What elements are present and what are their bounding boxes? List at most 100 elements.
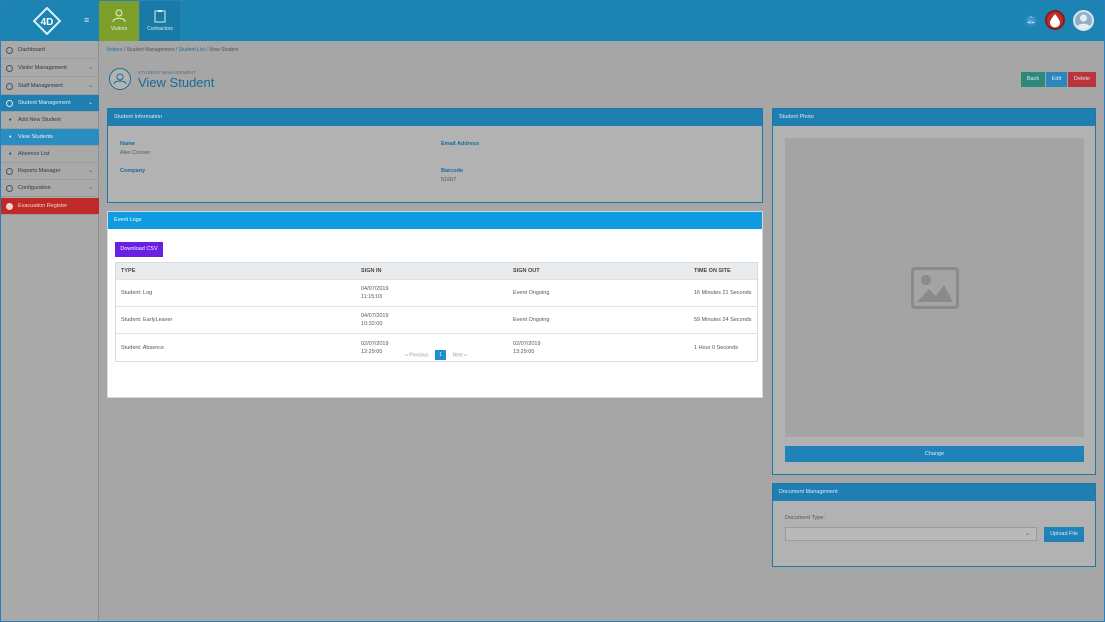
sidebar-item-label: Student Management <box>18 100 71 106</box>
person-icon <box>112 9 126 23</box>
top-bar: 4D ≡ Visitors Contractors 🔔︎ <box>0 0 1105 41</box>
table-header: TYPE SIGN IN SIGN OUT TIME ON SITE <box>116 263 757 280</box>
cell-sign-out: Event Ongoing <box>513 290 550 296</box>
drop-icon <box>1050 14 1060 28</box>
sidebar-item-visitor-management[interactable]: Visitor Management ⌄ <box>0 60 99 77</box>
sidebar-item-label: Evacuation Register <box>18 203 68 209</box>
tab-label: Contractors <box>147 26 173 32</box>
person-icon <box>6 65 13 72</box>
document-type-label: Document Type: <box>785 515 825 521</box>
clipboard-icon <box>154 10 166 23</box>
column-header-sign-out[interactable]: SIGN OUT <box>513 263 540 279</box>
breadcrumb: Visitors / Student Management / Student … <box>106 47 239 53</box>
company-label: Company <box>120 168 146 174</box>
evacuation-drop-icon[interactable] <box>1045 10 1065 30</box>
barcode-label: Barcode <box>441 168 464 174</box>
reports-icon <box>6 168 13 175</box>
column-header-time-on-site[interactable]: TIME ON SITE <box>694 263 731 279</box>
student-icon <box>6 100 13 107</box>
back-button[interactable]: Back <box>1021 72 1045 87</box>
student-management-icon <box>109 68 131 90</box>
delete-button[interactable]: Delete <box>1068 72 1096 87</box>
cell-sign-in-date: 04/07/2019 <box>361 313 389 319</box>
sidebar-item-label: Staff Management <box>18 83 63 89</box>
chevron-down-icon: ⌄ <box>87 168 93 174</box>
fire-icon <box>6 203 13 210</box>
panel-title: Student Information <box>108 109 762 126</box>
sidebar-item-student-management[interactable]: Student Management ⌄ <box>0 95 99 112</box>
panel-title: Event Logs <box>108 212 762 229</box>
panel-title: Document Management <box>773 484 1095 501</box>
sidebar-item-label: Configuration <box>18 185 51 191</box>
menu-toggle-icon[interactable]: ≡ <box>84 16 92 25</box>
sidebar-item-label: Reports Manager <box>18 168 61 174</box>
sidebar-item-configuration[interactable]: Configuration ⌄ <box>0 180 99 197</box>
sidebar-item-label: Absence List <box>18 151 50 157</box>
breadcrumb-student-management: Student Management <box>126 47 175 53</box>
event-logs-table: TYPE SIGN IN SIGN OUT TIME ON SITE Stude… <box>115 262 758 362</box>
sidebar-item-label: View Students <box>18 134 54 140</box>
breadcrumb-visitors[interactable]: Visitors <box>106 47 122 53</box>
app-logo[interactable]: 4D <box>33 7 61 35</box>
cell-time-on-site: 16 Minutes 21 Seconds <box>694 290 752 296</box>
sidebar-item-add-new-student[interactable]: • Add New Student <box>0 112 99 129</box>
sidebar: Dashboard Visitor Management ⌄ Staff Man… <box>0 41 99 622</box>
sidebar-item-label: Visitor Management <box>18 65 67 71</box>
pagination-next[interactable]: Next » <box>452 352 466 358</box>
sidebar-item-absence-list[interactable]: • Absence List <box>0 146 99 163</box>
bullet-icon: • <box>9 117 12 124</box>
bell-icon[interactable]: 🔔︎ <box>1025 15 1037 27</box>
name-label: Name <box>120 141 135 147</box>
pagination-previous[interactable]: « Previous <box>405 352 429 358</box>
name-value: Alex Conner <box>120 150 151 156</box>
cell-time-on-site: 59 Minutes 24 Seconds <box>694 317 752 323</box>
column-header-type[interactable]: TYPE <box>121 263 135 279</box>
sidebar-item-staff-management[interactable]: Staff Management ⌄ <box>0 78 99 95</box>
change-photo-button[interactable]: Change <box>785 446 1084 462</box>
briefcase-icon <box>6 83 13 90</box>
sidebar-item-label: Add New Student <box>18 117 61 123</box>
gear-icon <box>6 185 13 192</box>
table-row[interactable]: Student: EarlyLeaver 04/07/2019 10:32:00 … <box>116 307 757 334</box>
dashboard-icon <box>6 47 13 54</box>
breadcrumb-student-list[interactable]: Student List <box>178 47 204 53</box>
document-management-panel: Document Management Document Type: ⌄ Upl… <box>772 483 1096 567</box>
avatar[interactable] <box>1073 10 1094 31</box>
tab-contractors[interactable]: Contractors <box>140 0 180 41</box>
sidebar-item-label: Dashboard <box>18 47 45 53</box>
cell-sign-in-time: 10:32:00 <box>361 321 383 327</box>
cell-type: Student: Log <box>121 290 153 296</box>
event-logs-panel: Event Logs Download CSV TYPE SIGN IN SIG… <box>107 211 763 398</box>
panel-title: Student Photo <box>773 109 1095 126</box>
sidebar-item-view-students[interactable]: • View Students <box>0 129 99 146</box>
page-title: View Student <box>138 75 215 90</box>
chevron-down-icon: ⌄ <box>87 185 93 191</box>
photo-placeholder <box>785 138 1084 437</box>
cell-type: Student: EarlyLeaver <box>121 317 173 323</box>
breadcrumb-current: View Student <box>209 47 239 53</box>
table-row[interactable]: Student: Log 04/07/2019 11:15:03 Event On… <box>116 280 757 307</box>
chevron-down-icon: ⌄ <box>87 100 93 106</box>
column-header-sign-in[interactable]: SIGN IN <box>361 263 381 279</box>
upload-file-button[interactable]: Upload File <box>1044 527 1084 542</box>
student-photo-panel: Student Photo Change <box>772 108 1096 475</box>
sidebar-item-evacuation-register[interactable]: Evacuation Register <box>0 198 99 215</box>
student-information-panel: Student Information Name Alex Conner Ema… <box>107 108 763 203</box>
cell-sign-out-date: 02/07/2019 <box>513 340 541 347</box>
document-type-select[interactable]: ⌄ <box>785 527 1037 541</box>
pagination-page-1[interactable]: 1 <box>435 350 447 360</box>
tab-label: Visitors <box>110 26 128 32</box>
email-label: Email Address <box>441 141 480 147</box>
download-csv-button[interactable]: Download CSV <box>115 242 163 257</box>
barcode-value: 51607 <box>441 177 457 183</box>
pagination: « Previous 1 Next » <box>108 350 764 360</box>
sidebar-item-reports-manager[interactable]: Reports Manager ⌄ <box>0 163 99 180</box>
bullet-icon: • <box>9 134 12 141</box>
sidebar-item-dashboard[interactable]: Dashboard <box>0 42 99 59</box>
svg-text:4D: 4D <box>41 17 54 28</box>
tab-visitors[interactable]: Visitors <box>99 0 139 41</box>
cell-sign-in-date: 02/07/2019 <box>361 340 389 347</box>
chevron-down-icon: ⌄ <box>1024 531 1030 537</box>
edit-button[interactable]: Edit <box>1046 72 1067 87</box>
image-placeholder-icon <box>911 267 959 309</box>
